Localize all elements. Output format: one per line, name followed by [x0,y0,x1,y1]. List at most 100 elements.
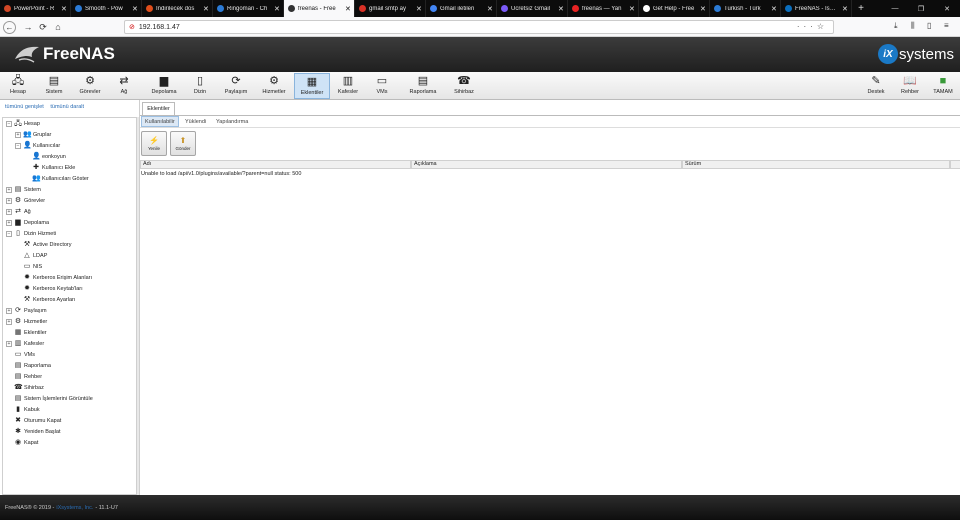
toolbar-guide-button[interactable]: 📖 Rehber [896,73,924,99]
tree-item[interactable]: + ⟳ Paylaşım [6,306,47,316]
expand-all-link[interactable]: tümünü genişlet [5,104,44,110]
browser-tab[interactable]: Ringoman - Ch ✕ [213,0,284,17]
tree-item[interactable]: ▮ Kabuk [6,405,40,415]
subtab-installed[interactable]: Yüklendi [182,116,209,127]
menu-icon[interactable]: ≡ [944,21,949,30]
browser-tab[interactable]: Smooth - Pow ✕ [71,0,142,17]
toolbar-storage-button[interactable]: ▆ Depolama [144,73,184,99]
back-button[interactable]: ← [3,21,16,34]
freenas-logo[interactable]: FreeNAS [14,43,115,65]
collapse-all-link[interactable]: tümünü daralt [50,104,84,110]
toolbar-jails-button[interactable]: ▥ Kafesler [333,73,363,99]
collapse-icon[interactable]: − [15,143,21,149]
tree-item[interactable]: ▤ Raporlama [6,361,51,371]
tree-item[interactable]: ▤ Rehber [6,372,42,382]
expand-icon[interactable]: + [6,198,12,204]
new-tab-button[interactable]: + [852,0,870,17]
column-header-name[interactable]: Adı [140,160,411,169]
tab-close-icon[interactable]: ✕ [842,5,848,13]
tab-close-icon[interactable]: ✕ [700,5,706,13]
tab-close-icon[interactable]: ✕ [61,5,67,13]
tree-item[interactable]: ✹ Kerberos Erişim Alanları [15,273,92,283]
toolbar-network-button[interactable]: ⇄ Ağ [111,73,137,99]
tab-close-icon[interactable]: ✕ [203,5,209,13]
subtab-available[interactable]: Kullanılabilir [141,116,179,127]
column-header-description[interactable]: Açıklama [411,160,682,169]
toolbar-reporting-button[interactable]: ▤ Raporlama [404,73,442,99]
tree-item[interactable]: △ LDAP [15,251,47,261]
subtab-configuration[interactable]: Yapılandırma [213,116,251,127]
tab-close-icon[interactable]: ✕ [132,5,138,13]
tree-item[interactable]: + ▆ Depolama [6,218,49,228]
tree-item[interactable]: ▭ VMs [6,350,35,360]
tree-item[interactable]: ✹ Kerberos Keytab'ları [15,284,83,294]
tree-item[interactable]: + ⚙ Görevler [6,196,45,206]
tree-item[interactable]: − ▯ Dizin Hizmeti [6,229,56,239]
tree-item[interactable]: ✱ Yeniden Başlat [6,427,60,437]
expand-icon[interactable]: + [15,132,21,138]
expand-icon[interactable]: + [6,308,12,314]
tab-close-icon[interactable]: ✕ [558,5,564,13]
browser-tab[interactable]: FreeNAS - İsmail ✕ [781,0,852,17]
tree-item[interactable]: ✚ Kullanıcı Ekle [24,163,75,173]
tree-item[interactable]: 👤 eonkoyun [24,152,66,162]
tree-item[interactable]: ▦ Eklentiler [6,328,47,338]
maximize-window-icon[interactable]: ❐ [908,0,934,17]
tree-item[interactable]: − 👤 Kullanıcılar [15,141,60,151]
browser-tab[interactable]: Turkish - Türk ✕ [710,0,781,17]
ixsystems-logo[interactable]: iX systems [877,44,954,64]
tab-close-icon[interactable]: ✕ [345,5,351,13]
browser-tab[interactable]: gmail smtp ay ✕ [355,0,426,17]
tree-item[interactable]: − 🖧 Hesap [6,119,40,129]
expand-icon[interactable]: + [6,187,12,193]
tree-item[interactable]: ▭ NIS [15,262,42,272]
column-header-version[interactable]: Sürüm [682,160,950,169]
close-window-icon[interactable]: ✕ [934,0,960,17]
url-bar[interactable]: ⊘ 192.168.1.47 ···☆ [124,20,834,34]
tree-item[interactable]: ◉ Kapat [6,438,38,448]
collapse-icon[interactable]: − [6,231,12,237]
tree-item[interactable]: + ⚙ Hizmetler [6,317,47,327]
toolbar-wizard-button[interactable]: ☎ Sihirbaz [447,73,481,99]
expand-icon[interactable]: + [6,209,12,215]
tab-eklentiler[interactable]: Eklentiler [142,102,175,115]
tree-item[interactable]: + ⇄ Ağ [6,207,31,217]
tree-item[interactable]: + 👥 Gruplar [15,130,51,140]
page-actions-icon[interactable]: ···☆ [797,22,828,31]
tree-item[interactable]: + ▤ Sistem [6,185,41,195]
column-picker[interactable] [950,160,960,169]
tree-item[interactable]: ⚒ Active Directory [15,240,72,250]
toolbar-account-button[interactable]: 🖧 Hesap [3,73,33,99]
browser-tab[interactable]: Gmail iletileri ✕ [426,0,497,17]
browser-tab[interactable]: PowerPoint - R ✕ [0,0,71,17]
toolbar-system-button[interactable]: ▤ Sistem [37,73,71,99]
tree-item[interactable]: ▤ Sistem İşlemlerini Görüntüle [6,394,93,404]
toolbar-directory-button[interactable]: ▯ Dizin [188,73,212,99]
browser-tab[interactable]: İndirilecek dos ✕ [142,0,213,17]
tree-item[interactable]: ⚒ Kerberos Ayarları [15,295,76,305]
downloads-icon[interactable]: ⤓ [894,21,898,31]
tree-item[interactable]: ☎ Sihirbaz [6,383,44,393]
browser-tab[interactable]: freenas — Yan ✕ [568,0,639,17]
toolbar-plugins-button[interactable]: ▦ Eklentiler [294,73,330,99]
tab-close-icon[interactable]: ✕ [416,5,422,13]
toolbar-sharing-button[interactable]: ⟳ Paylaşım [221,73,251,99]
company-link[interactable]: iXsystems, Inc. [56,505,93,511]
tab-close-icon[interactable]: ✕ [274,5,280,13]
sidebar-toggle-icon[interactable]: ▯ [927,21,931,30]
expand-icon[interactable]: + [6,341,12,347]
toolbar-support-button[interactable]: ✎ Destek [862,73,890,99]
expand-icon[interactable]: + [6,220,12,226]
upload-button[interactable]: ⬆ Gönder [170,131,196,156]
toolbar-vms-button[interactable]: ▭ VMs [370,73,394,99]
reload-button[interactable]: ⟳ [37,21,49,33]
expand-icon[interactable]: + [6,319,12,325]
tree-item[interactable]: ✖ Oturumu Kapat [6,416,61,426]
browser-tab[interactable]: freenas - Free ✕ [284,0,355,17]
tab-close-icon[interactable]: ✕ [771,5,777,13]
refresh-button[interactable]: ⚡ Yenile [141,131,167,156]
tab-close-icon[interactable]: ✕ [487,5,493,13]
minimize-window-icon[interactable]: — [882,0,908,17]
tree-item[interactable]: 👥 Kullanıcıları Göster [24,174,89,184]
toolbar-tasks-button[interactable]: ⚙ Görevler [73,73,107,99]
